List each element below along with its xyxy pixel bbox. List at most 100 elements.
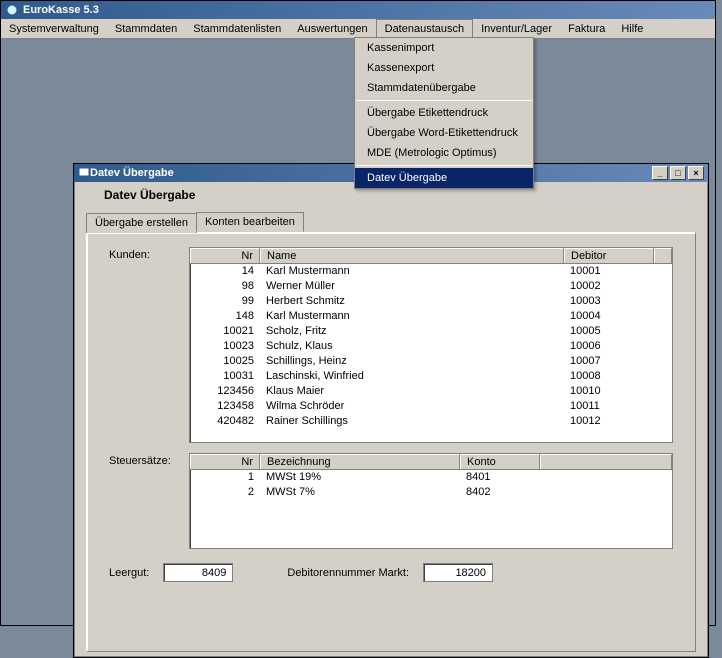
menu-faktura[interactable]: Faktura — [560, 19, 613, 38]
cell-name: Laschinski, Winfried — [260, 369, 564, 384]
steuersaetze-row: Steuersätze: Nr Bezeichnung Konto 1MWSt … — [109, 453, 673, 549]
app-titlebar: EuroKasse 5.3 — [1, 1, 715, 19]
app-title: EuroKasse 5.3 — [23, 4, 99, 16]
maximize-button[interactable]: □ — [670, 166, 686, 180]
menu-stammdaten[interactable]: Stammdaten — [107, 19, 185, 38]
cell-name: Herbert Schmitz — [260, 294, 564, 309]
dropdown-uebergabe-word-etikettendruck[interactable]: Übergabe Word-Etikettendruck — [355, 123, 533, 143]
table-row[interactable]: 10021Scholz, Fritz10005 — [190, 324, 672, 339]
table-row[interactable]: 123458Wilma Schröder10011 — [190, 399, 672, 414]
steuer-body: 1MWSt 19%84012MWSt 7%8402 — [190, 470, 672, 500]
close-button[interactable]: × — [688, 166, 704, 180]
steuer-col-nr[interactable]: Nr — [190, 454, 260, 469]
debitor-markt-label: Debitorennummer Markt: — [287, 567, 409, 579]
cell-name: Klaus Maier — [260, 384, 564, 399]
cell-bezeichnung: MWSt 7% — [260, 485, 460, 500]
cell-nr: 14 — [190, 264, 260, 279]
cell-nr: 123458 — [190, 399, 260, 414]
kunden-header: Nr Name Debitor — [190, 248, 672, 264]
menu-systemverwaltung[interactable]: Systemverwaltung — [1, 19, 107, 38]
cell-nr: 10021 — [190, 324, 260, 339]
cell-name: Schillings, Heinz — [260, 354, 564, 369]
table-row[interactable]: 1MWSt 19%8401 — [190, 470, 672, 485]
cell-nr: 10025 — [190, 354, 260, 369]
kunden-col-nr[interactable]: Nr — [190, 248, 260, 263]
child-window-title: Datev Übergabe — [90, 167, 174, 179]
cell-nr: 148 — [190, 309, 260, 324]
table-row[interactable]: 2MWSt 7%8402 — [190, 485, 672, 500]
cell-name: Schulz, Klaus — [260, 339, 564, 354]
child-window-icon — [78, 166, 90, 181]
kunden-row: Kunden: Nr Name Debitor 14Karl Musterman… — [109, 247, 673, 443]
menu-hilfe[interactable]: Hilfe — [613, 19, 651, 38]
kunden-body: 14Karl Mustermann1000198Werner Müller100… — [190, 264, 672, 429]
kunden-col-debitor[interactable]: Debitor — [564, 248, 654, 263]
steuer-col-konto[interactable]: Konto — [460, 454, 540, 469]
dropdown-separator — [356, 100, 532, 101]
menubar: Systemverwaltung Stammdaten Stammdatenli… — [1, 19, 715, 39]
table-row[interactable]: 10023Schulz, Klaus10006 — [190, 339, 672, 354]
cell-nr: 10031 — [190, 369, 260, 384]
cell-nr: 99 — [190, 294, 260, 309]
kunden-label: Kunden: — [109, 247, 189, 261]
cell-nr: 2 — [190, 485, 260, 500]
menu-datenaustausch[interactable]: Datenaustausch — [376, 19, 474, 38]
dropdown-mde[interactable]: MDE (Metrologic Optimus) — [355, 143, 533, 163]
cell-nr: 123456 — [190, 384, 260, 399]
debitor-markt-input[interactable] — [423, 563, 493, 582]
cell-name: Karl Mustermann — [260, 309, 564, 324]
tab-strip: Übergabe erstellen Konten bearbeiten — [86, 212, 696, 232]
cell-konto: 8401 — [460, 470, 540, 485]
cell-nr: 1 — [190, 470, 260, 485]
dropdown-uebergabe-etikettendruck[interactable]: Übergabe Etikettendruck — [355, 103, 533, 123]
table-row[interactable]: 10031Laschinski, Winfried10008 — [190, 369, 672, 384]
menu-stammdatenlisten[interactable]: Stammdatenlisten — [185, 19, 289, 38]
leergut-input[interactable] — [163, 563, 233, 582]
steuersaetze-listview[interactable]: Nr Bezeichnung Konto 1MWSt 19%84012MWSt … — [189, 453, 673, 549]
cell-name: Wilma Schröder — [260, 399, 564, 414]
tab-panel-konten: Kunden: Nr Name Debitor 14Karl Musterman… — [86, 232, 696, 652]
cell-debitor: 10005 — [564, 324, 654, 339]
dropdown-datev-uebergabe[interactable]: Datev Übergabe — [355, 168, 533, 188]
cell-debitor: 10002 — [564, 279, 654, 294]
steuer-header: Nr Bezeichnung Konto — [190, 454, 672, 470]
steuer-col-extra — [540, 454, 672, 469]
table-row[interactable]: 98Werner Müller10002 — [190, 279, 672, 294]
cell-bezeichnung: MWSt 19% — [260, 470, 460, 485]
tab-uebergabe-erstellen[interactable]: Übergabe erstellen — [86, 213, 197, 233]
bottom-inputs-row: Leergut: Debitorennummer Markt: — [109, 563, 673, 582]
tab-container: Übergabe erstellen Konten bearbeiten Kun… — [86, 212, 696, 652]
dropdown-separator — [356, 165, 532, 166]
table-row[interactable]: 14Karl Mustermann10001 — [190, 264, 672, 279]
cell-name: Scholz, Fritz — [260, 324, 564, 339]
cell-nr: 10023 — [190, 339, 260, 354]
kunden-col-extra — [654, 248, 672, 263]
datenaustausch-dropdown: Kassenimport Kassenexport Stammdatenüber… — [354, 37, 534, 189]
cell-debitor: 10004 — [564, 309, 654, 324]
cell-nr: 98 — [190, 279, 260, 294]
table-row[interactable]: 148Karl Mustermann10004 — [190, 309, 672, 324]
table-row[interactable]: 99Herbert Schmitz10003 — [190, 294, 672, 309]
steuer-col-bezeichnung[interactable]: Bezeichnung — [260, 454, 460, 469]
cell-konto: 8402 — [460, 485, 540, 500]
tab-konten-bearbeiten[interactable]: Konten bearbeiten — [196, 212, 304, 232]
table-row[interactable]: 123456Klaus Maier10010 — [190, 384, 672, 399]
minimize-button[interactable]: _ — [652, 166, 668, 180]
menu-inventur-lager[interactable]: Inventur/Lager — [473, 19, 560, 38]
cell-debitor: 10008 — [564, 369, 654, 384]
menu-auswertungen[interactable]: Auswertungen — [289, 19, 375, 38]
leergut-label: Leergut: — [109, 567, 149, 579]
cell-name: Werner Müller — [260, 279, 564, 294]
dropdown-kassenexport[interactable]: Kassenexport — [355, 58, 533, 78]
kunden-col-name[interactable]: Name — [260, 248, 564, 263]
table-row[interactable]: 10025Schillings, Heinz10007 — [190, 354, 672, 369]
kunden-listview[interactable]: Nr Name Debitor 14Karl Mustermann1000198… — [189, 247, 673, 443]
table-row[interactable]: 420482Rainer Schillings10012 — [190, 414, 672, 429]
cell-debitor: 10011 — [564, 399, 654, 414]
cell-debitor: 10006 — [564, 339, 654, 354]
app-icon — [5, 3, 19, 17]
dropdown-kassenimport[interactable]: Kassenimport — [355, 38, 533, 58]
dropdown-stammdatenuebergabe[interactable]: Stammdatenübergabe — [355, 78, 533, 98]
cell-debitor: 10003 — [564, 294, 654, 309]
cell-name: Karl Mustermann — [260, 264, 564, 279]
